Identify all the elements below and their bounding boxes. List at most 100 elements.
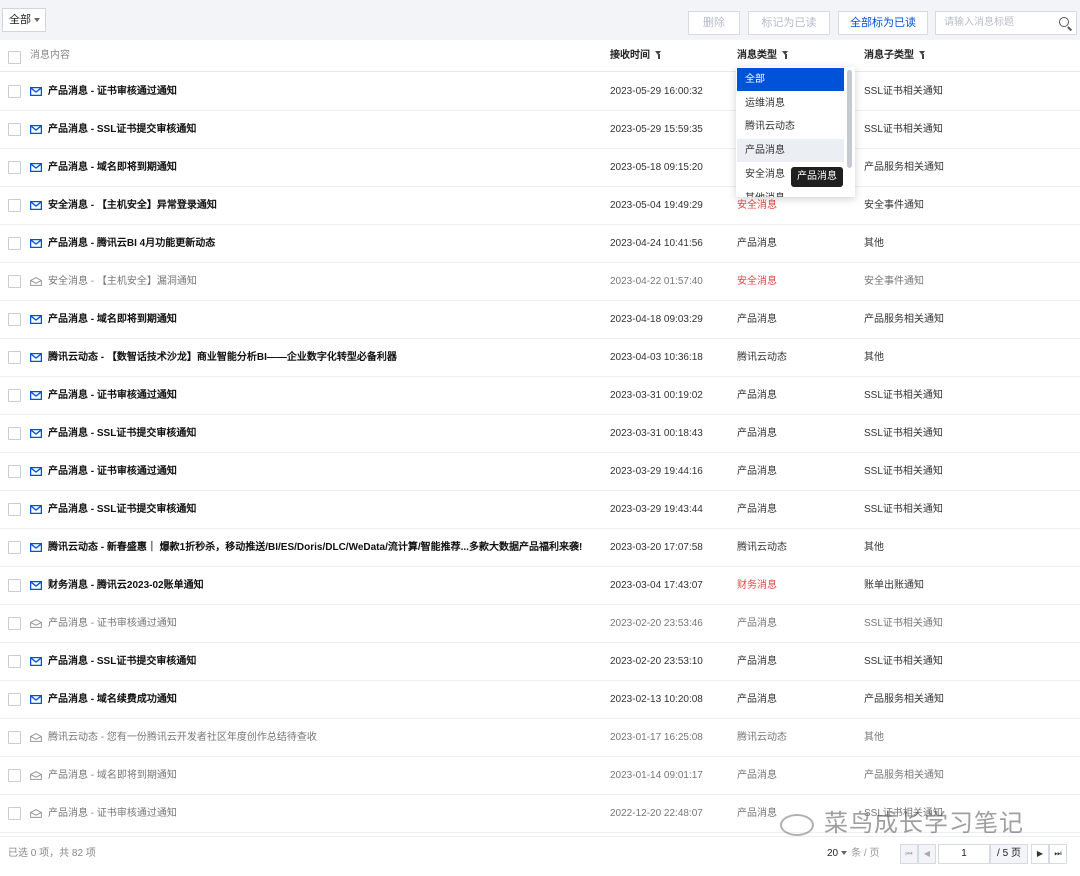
watermark-text: 菜鸟成长学习笔记: [824, 810, 1024, 837]
message-type: 产品消息: [737, 428, 777, 439]
row-checkbox[interactable]: [8, 123, 21, 136]
row-checkbox[interactable]: [8, 275, 21, 288]
scope-select[interactable]: 全部: [2, 8, 46, 32]
table-row[interactable]: 财务消息 - 腾讯云2023-02账单通知 2023-03-04 17:43:07…: [0, 567, 1080, 605]
column-header-time: 接收时间: [610, 40, 662, 72]
message-title[interactable]: 产品消息 - 域名即将到期通知: [48, 301, 598, 339]
message-title[interactable]: 财务消息 - 腾讯云2023-02账单通知: [48, 567, 598, 605]
envelope-open-icon: [30, 277, 42, 286]
table-row[interactable]: 产品消息 - 证书审核通过通知2023-05-29 16:00:32产品消息SS…: [0, 73, 1080, 111]
received-time: 2023-03-29 19:43:44: [610, 504, 703, 515]
message-title[interactable]: 产品消息 - 证书审核通过通知: [48, 453, 598, 491]
page-size-select[interactable]: 20 条 / 页: [827, 837, 879, 871]
message-title[interactable]: 产品消息 - SSL证书提交审核通知: [48, 491, 598, 529]
row-checkbox[interactable]: [8, 655, 21, 668]
table-row[interactable]: 腾讯云动态 - 您有一份腾讯云开发者社区年度创作总结待查收 2023-01-17 …: [0, 719, 1080, 757]
message-title[interactable]: 安全消息 - 【主机安全】异常登录通知: [48, 187, 598, 225]
next-page-button[interactable]: ▶: [1031, 844, 1049, 864]
dropdown-option[interactable]: 运维消息: [737, 92, 844, 115]
envelope-unread-icon: [30, 391, 42, 400]
prev-page-button[interactable]: ◀: [918, 844, 936, 864]
dropdown-scrollbar[interactable]: [847, 70, 852, 168]
table-row[interactable]: 产品消息 - SSL证书提交审核通知 2023-03-31 00:18:43 产品消…: [0, 415, 1080, 453]
dropdown-option[interactable]: 其他消息: [737, 187, 844, 198]
table-row[interactable]: 腾讯云动态 - 新春盛惠｜ 爆款1折秒杀，移动推送/BI/ES/Doris/DL…: [0, 529, 1080, 567]
received-time: 2023-04-18 09:03:29: [610, 314, 703, 325]
received-time: 2023-03-31 00:18:43: [610, 428, 703, 439]
page-number-input[interactable]: 1: [938, 844, 990, 864]
dropdown-option[interactable]: 产品消息: [737, 139, 844, 163]
dropdown-option[interactable]: 全部: [737, 68, 844, 91]
table-row[interactable]: 产品消息 - 域名即将到期通知 2023-04-18 09:03:29 产品消息 产品…: [0, 301, 1080, 339]
received-time: 2023-05-29 15:59:35: [610, 124, 703, 135]
row-checkbox[interactable]: [8, 807, 21, 820]
envelope-unread-icon: [30, 125, 42, 134]
table-row[interactable]: 产品消息 - 证书审核通过通知 2023-03-29 19:44:16 产品消息 SS…: [0, 453, 1080, 491]
row-checkbox[interactable]: [8, 579, 21, 592]
row-checkbox[interactable]: [8, 541, 21, 554]
row-checkbox[interactable]: [8, 237, 21, 250]
mark-all-read-button[interactable]: 全部标为已读: [838, 11, 928, 35]
row-checkbox[interactable]: [8, 427, 21, 440]
message-subtype: 产品服务相关通知: [864, 314, 944, 325]
mark-read-button[interactable]: 标记为已读: [748, 11, 830, 35]
envelope-unread-icon: [30, 657, 42, 666]
row-checkbox[interactable]: [8, 199, 21, 212]
table-row[interactable]: 产品消息 - 腾讯云BI 4月功能更新动态 2023-04-24 10:41:56…: [0, 225, 1080, 263]
table-row[interactable]: 腾讯云动态 - 【数智话技术沙龙】商业智能分析BI——企业数字化转型必备利器 20…: [0, 339, 1080, 377]
received-time: 2023-03-20 17:07:58: [610, 542, 703, 553]
dropdown-option[interactable]: 腾讯云动态: [737, 115, 844, 138]
row-checkbox[interactable]: [8, 85, 21, 98]
row-checkbox[interactable]: [8, 731, 21, 744]
message-title[interactable]: 产品消息 - SSL证书提交审核通知: [48, 111, 598, 149]
row-checkbox[interactable]: [8, 313, 21, 326]
message-title[interactable]: 产品消息 - 证书审核通过通知: [48, 605, 598, 643]
row-checkbox[interactable]: [8, 769, 21, 782]
message-title[interactable]: 产品消息 - SSL证书提交审核通知: [48, 415, 598, 453]
select-all-checkbox[interactable]: [8, 51, 21, 64]
table-row[interactable]: 产品消息 - 域名即将到期通知 2023-01-14 09:01:17 产品消息 产品…: [0, 757, 1080, 795]
message-title[interactable]: 产品消息 - 证书审核通过通知: [48, 73, 598, 111]
message-title[interactable]: 腾讯云动态 - 您有一份腾讯云开发者社区年度创作总结待查收: [48, 719, 598, 757]
table-row[interactable]: 产品消息 - SSL证书提交审核通知 2023-03-29 19:43:44 产品消…: [0, 491, 1080, 529]
row-checkbox[interactable]: [8, 161, 21, 174]
row-checkbox[interactable]: [8, 351, 21, 364]
message-title[interactable]: 腾讯云动态 - 新春盛惠｜ 爆款1折秒杀，移动推送/BI/ES/Doris/DL…: [48, 529, 598, 567]
table-row[interactable]: 产品消息 - 证书审核通过通知 2023-02-20 23:53:46 产品消息 SS…: [0, 605, 1080, 643]
message-type: 产品消息: [737, 504, 777, 515]
message-title[interactable]: 产品消息 - 证书审核通过通知: [48, 377, 598, 415]
message-title[interactable]: 产品消息 - 证书审核通过通知: [48, 795, 598, 833]
message-type: 产品消息: [737, 314, 777, 325]
row-checkbox[interactable]: [8, 693, 21, 706]
message-title[interactable]: 安全消息 - 【主机安全】漏洞通知: [48, 263, 598, 301]
first-page-button[interactable]: ⏮: [900, 844, 918, 864]
message-title[interactable]: 产品消息 - 域名续费成功通知: [48, 681, 598, 719]
filter-icon[interactable]: [782, 51, 789, 60]
table-row[interactable]: 产品消息 - SSL证书提交审核通知 2023-02-20 23:53:10 产品消…: [0, 643, 1080, 681]
table-row[interactable]: 产品消息 - 证书审核通过通知 2023-03-31 00:19:02 产品消息 SS…: [0, 377, 1080, 415]
search-input[interactable]: 请输入消息标题: [935, 11, 1077, 35]
message-title[interactable]: 产品消息 - 域名即将到期通知: [48, 149, 598, 187]
message-subtype: 其他: [864, 732, 884, 743]
row-checkbox[interactable]: [8, 503, 21, 516]
filter-icon[interactable]: [655, 51, 662, 60]
message-subtype: SSL证书相关通知: [864, 86, 943, 97]
column-header-content: 消息内容: [30, 40, 70, 72]
message-title[interactable]: 产品消息 - SSL证书提交审核通知: [48, 643, 598, 681]
row-checkbox[interactable]: [8, 617, 21, 630]
table-row[interactable]: 产品消息 - 域名即将到期通知 2023-05-18 09:15:20 产品消息 产品…: [0, 149, 1080, 187]
search-icon[interactable]: [1059, 17, 1069, 27]
message-title[interactable]: 产品消息 - 腾讯云BI 4月功能更新动态: [48, 225, 598, 263]
table-row[interactable]: 产品消息 - SSL证书提交审核通知2023-05-29 15:59:35产品消…: [0, 111, 1080, 149]
message-title[interactable]: 腾讯云动态 - 【数智话技术沙龙】商业智能分析BI——企业数字化转型必备利器: [48, 339, 598, 377]
last-page-button[interactable]: ⏭: [1049, 844, 1067, 864]
delete-button[interactable]: 删除: [688, 11, 740, 35]
filter-icon[interactable]: [919, 51, 926, 60]
table-row[interactable]: 产品消息 - 域名续费成功通知 2023-02-13 10:20:08 产品消息 产品…: [0, 681, 1080, 719]
table-row[interactable]: 安全消息 - 【主机安全】异常登录通知 2023-05-04 19:49:29 安全…: [0, 187, 1080, 225]
table-row[interactable]: 安全消息 - 【主机安全】漏洞通知 2023-04-22 01:57:40 安全消息…: [0, 263, 1080, 301]
row-checkbox[interactable]: [8, 389, 21, 402]
received-time: 2023-01-14 09:01:17: [610, 770, 703, 781]
row-checkbox[interactable]: [8, 465, 21, 478]
message-title[interactable]: 产品消息 - 域名即将到期通知: [48, 757, 598, 795]
